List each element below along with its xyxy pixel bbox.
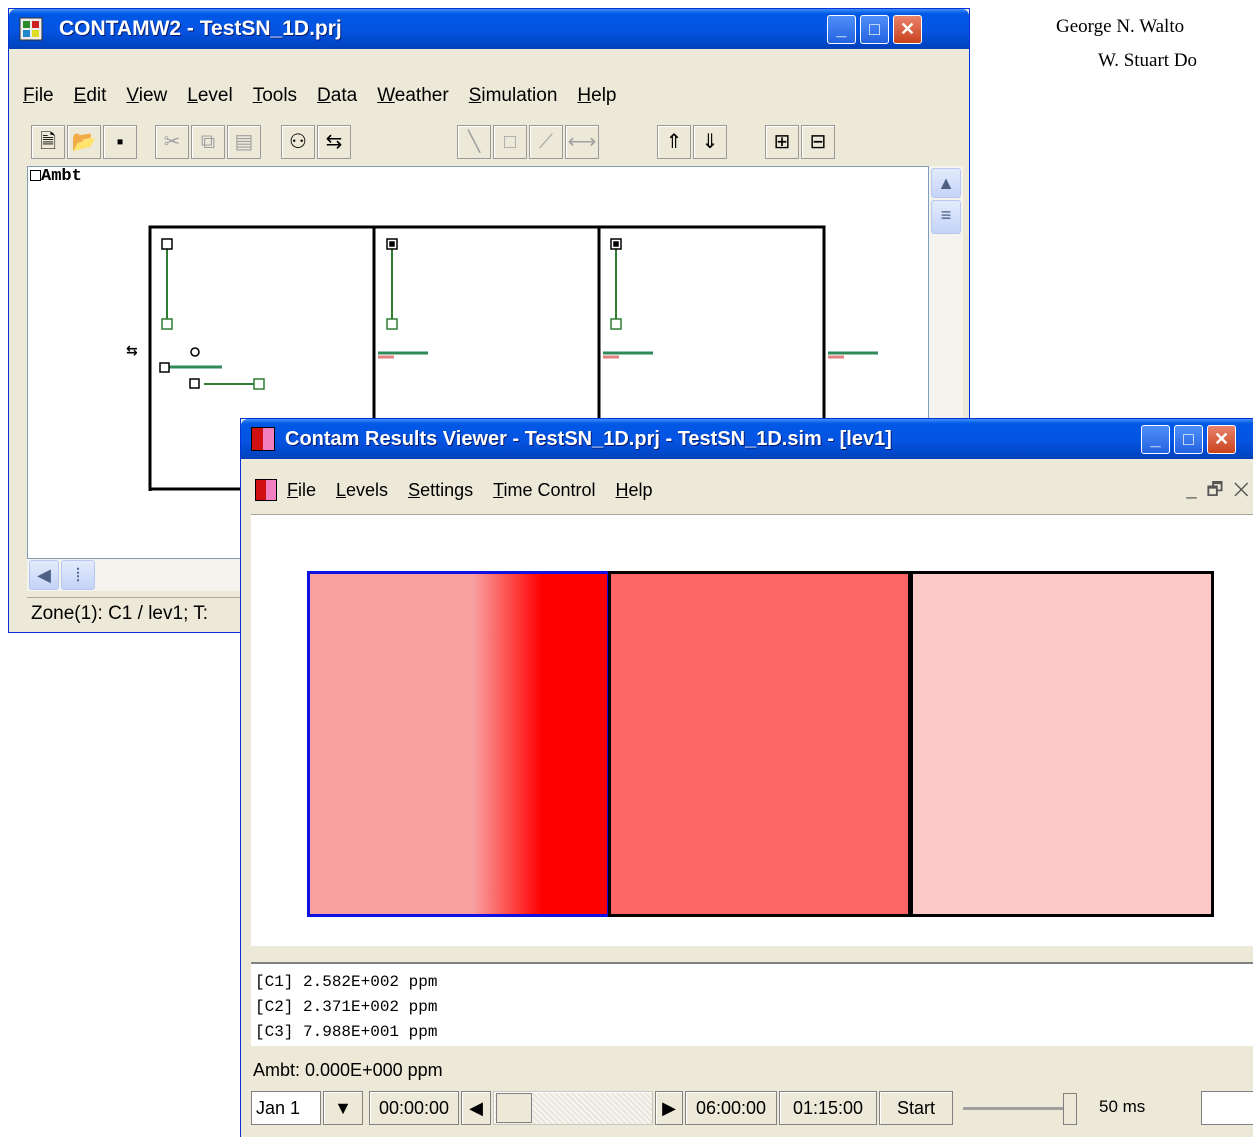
sketchpad-horizontal-scrollbar[interactable]: ◀ ⦙: [27, 559, 247, 591]
step-forward-icon[interactable]: ▶: [655, 1091, 683, 1125]
readout-c3: [C3] 7.988E+001 ppm: [255, 1023, 438, 1041]
concentration-readout: [C1] 2.582E+002 ppm [C2] 2.371E+002 ppm …: [251, 962, 1253, 1046]
copy-icon[interactable]: ⧉: [191, 125, 225, 159]
ambient-status: Ambt: 0.000E+000 ppm: [253, 1060, 443, 1080]
cut-icon[interactable]: ✂: [155, 125, 189, 159]
author-2: W. Stuart Do: [1098, 50, 1198, 71]
scroll-up-icon[interactable]: ▲: [931, 168, 961, 198]
viewer-menu-help[interactable]: Help: [615, 480, 652, 501]
draw-rect-icon[interactable]: □: [493, 125, 527, 159]
author-1: George N. Walto: [1056, 16, 1185, 37]
end-time-field: 06:00:00: [685, 1091, 777, 1125]
contam-app-icon: [19, 17, 43, 41]
results-viewer-app-icon: [251, 427, 275, 451]
menu-weather[interactable]: Weather: [377, 85, 448, 107]
results-viewer-window: Contam Results Viewer - TestSN_1D.prj - …: [240, 418, 1253, 1137]
save-icon[interactable]: ▪: [103, 125, 137, 159]
menu-file[interactable]: File: [23, 85, 54, 107]
find-binoculars-icon[interactable]: ⚇: [281, 125, 315, 159]
readout-c1: [C1] 2.582E+002 ppm: [255, 973, 438, 991]
menu-data[interactable]: Data: [317, 85, 357, 107]
viewer-menu-icon[interactable]: [255, 479, 277, 501]
value-field[interactable]: [1201, 1091, 1253, 1125]
zone-c1[interactable]: [307, 571, 610, 917]
draw-line-icon[interactable]: ╲: [457, 125, 491, 159]
step-time-field[interactable]: 01:15:00: [779, 1091, 877, 1125]
time-scroll-thumb[interactable]: [496, 1093, 532, 1123]
results-viewer-titlebar[interactable]: Contam Results Viewer - TestSN_1D.prj - …: [241, 419, 1253, 459]
replace-icon[interactable]: ⇆: [317, 125, 351, 159]
viewer-menu-settings[interactable]: Settings: [408, 480, 473, 501]
contamw2-menubar: File Edit View Level Tools Data Weather Simulat…: [23, 81, 965, 111]
viewer-menu-time-control[interactable]: Time Control: [493, 480, 595, 501]
readout-c2: [C2] 2.371E+002 ppm: [255, 998, 438, 1016]
open-folder-icon[interactable]: 📂: [67, 125, 101, 159]
maximize-button[interactable]: □: [860, 15, 889, 44]
viewer-minimize-button[interactable]: _: [1141, 425, 1170, 454]
author-names: George N. Walto W. Stuart Do: [1056, 10, 1197, 78]
level-up-icon[interactable]: ⇑: [657, 125, 691, 159]
results-viewer-menubar: File Levels Settings Time Control Help: [255, 475, 1253, 505]
date-select[interactable]: Jan 1: [251, 1091, 321, 1125]
menu-simulation[interactable]: Simulation: [469, 85, 558, 107]
hscroll-thumb[interactable]: ⦙: [61, 560, 95, 590]
time-scroll-track[interactable]: [493, 1091, 653, 1125]
results-viewer-title: Contam Results Viewer - TestSN_1D.prj - …: [285, 428, 892, 450]
menu-edit[interactable]: Edit: [74, 85, 107, 107]
scroll-thumb[interactable]: ≡: [931, 200, 961, 234]
scroll-left-icon[interactable]: ◀: [29, 560, 59, 590]
contamw2-title: CONTAMW2 - TestSN_1D.prj: [59, 17, 342, 40]
menu-level[interactable]: Level: [187, 85, 232, 107]
results-icon-2[interactable]: ⊟: [801, 125, 835, 159]
speed-slider-track[interactable]: [963, 1107, 1075, 1110]
contamw2-toolbar: 🗎 📂 ▪ ✂ ⧉ ▤ ⚇ ⇆ ╲ □ ⟋ ⟷ ⇑ ⇓ ⊞ ⊟: [29, 121, 859, 165]
viewer-maximize-button[interactable]: □: [1174, 425, 1203, 454]
start-time-field[interactable]: 00:00:00: [369, 1091, 459, 1125]
results-icon-1[interactable]: ⊞: [765, 125, 799, 159]
speed-slider-thumb[interactable]: [1063, 1093, 1077, 1125]
draw-diagonal-icon[interactable]: ⟋: [529, 125, 563, 159]
level-down-icon[interactable]: ⇓: [693, 125, 727, 159]
draw-arrow-icon[interactable]: ⟷: [565, 125, 599, 159]
menu-view[interactable]: View: [126, 85, 167, 107]
close-button[interactable]: ✕: [893, 15, 922, 44]
new-file-icon[interactable]: 🗎: [31, 125, 65, 159]
menu-help[interactable]: Help: [577, 85, 616, 107]
zone-c3[interactable]: [910, 571, 1214, 917]
time-control-bar: Jan 1 ▼ 00:00:00 ◀ ▶ 06:00:00 01:15:00 S…: [251, 1089, 1253, 1129]
contamw2-titlebar[interactable]: CONTAMW2 - TestSN_1D.prj _ □ ✕: [9, 9, 969, 49]
mdi-child-controls[interactable]: _ 🗗 ✕: [1187, 477, 1249, 507]
viewer-close-button[interactable]: ✕: [1207, 425, 1236, 454]
delay-label: 50 ms: [1099, 1097, 1146, 1116]
results-display[interactable]: [251, 514, 1253, 946]
paste-icon[interactable]: ▤: [227, 125, 261, 159]
viewer-menu-levels[interactable]: Levels: [336, 480, 388, 501]
menu-tools[interactable]: Tools: [253, 85, 297, 107]
date-dropdown-icon[interactable]: ▼: [323, 1091, 363, 1125]
zone-c2[interactable]: [608, 571, 911, 917]
viewer-menu-file[interactable]: File: [287, 480, 316, 501]
svg-text:⇆: ⇆: [126, 343, 138, 359]
start-button[interactable]: Start: [879, 1091, 953, 1125]
step-back-icon[interactable]: ◀: [461, 1091, 491, 1125]
minimize-button[interactable]: _: [827, 15, 856, 44]
